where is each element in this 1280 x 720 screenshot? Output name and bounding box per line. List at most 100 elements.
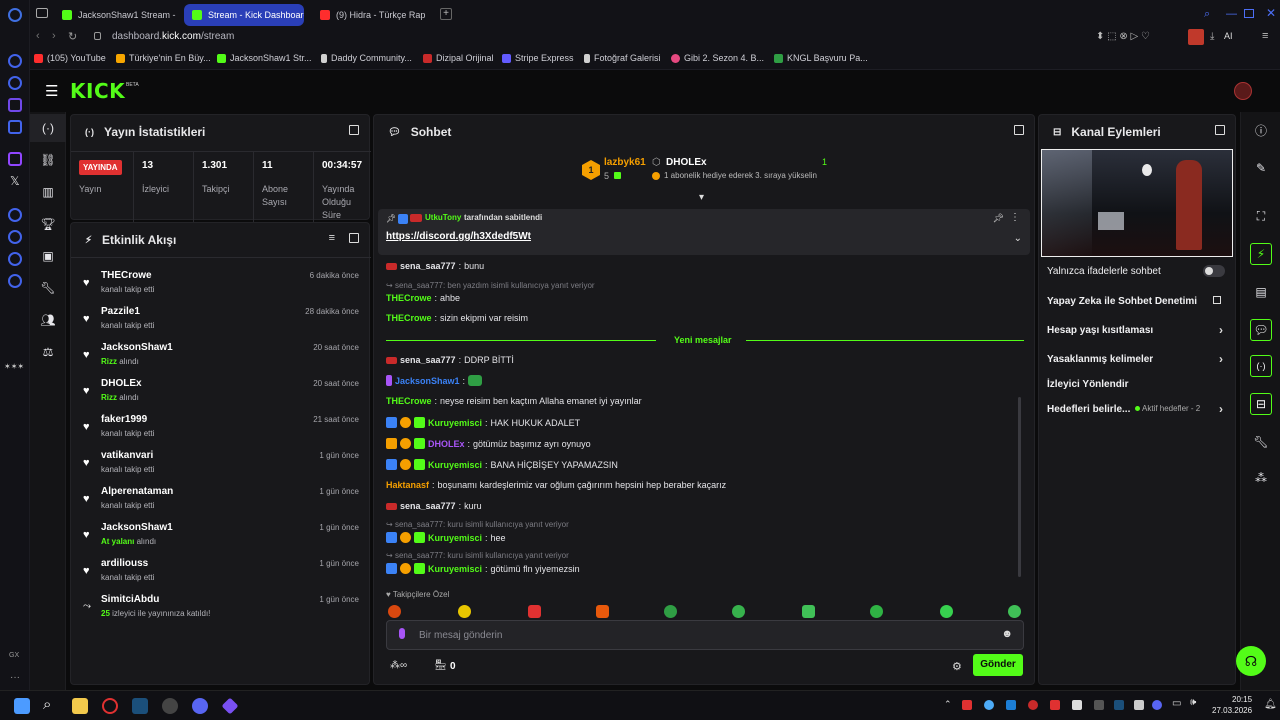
tray-icon[interactable]	[1050, 700, 1060, 710]
twitch-icon[interactable]	[8, 152, 22, 166]
emote-only-toggle[interactable]	[1203, 265, 1225, 277]
tab-kick-dashboard[interactable]: Stream - Kick Dashboard	[184, 4, 304, 26]
settings-icon[interactable]	[8, 274, 22, 288]
menu-icon[interactable]: ≡	[1262, 30, 1268, 42]
tray-expand-icon[interactable]: ⌃	[944, 699, 952, 710]
tray-icon[interactable]	[1114, 700, 1124, 710]
store-icon[interactable]: 🏪︎	[434, 660, 447, 671]
tab-youtube[interactable]: (9) Hidra - Türkçe Rap	[312, 4, 432, 26]
tab-jacksonshaw1[interactable]: JacksonShaw1 Stream - W	[54, 4, 176, 26]
clock-icon[interactable]	[8, 230, 22, 244]
emote-icon[interactable]	[940, 605, 953, 618]
forward-icon[interactable]: ›	[52, 30, 56, 42]
activity-user[interactable]: Alperenataman	[101, 486, 173, 497]
quick-action-icon[interactable]: ⚡︎	[1241, 240, 1280, 268]
activity-user[interactable]: ardiliouss	[101, 558, 148, 569]
emote-icon[interactable]	[458, 605, 471, 618]
more-icon[interactable]: ···	[10, 672, 20, 683]
close-icon[interactable]: ✕	[1266, 6, 1276, 20]
tray-icon[interactable]	[1152, 700, 1162, 710]
search-icon[interactable]: ⌕	[43, 696, 51, 713]
tray-icon[interactable]	[984, 700, 994, 710]
clock-date[interactable]: 27.03.2026	[1212, 706, 1252, 715]
popout-icon[interactable]	[349, 125, 359, 135]
emote-icon[interactable]	[732, 605, 745, 618]
chat-input-placeholder[interactable]: Bir mesaj gönderin	[419, 630, 502, 641]
tray-icon[interactable]	[1072, 700, 1082, 710]
emote-icon[interactable]	[1008, 605, 1021, 618]
wrench-icon[interactable]: 🔧︎	[1241, 428, 1280, 456]
maximize-icon[interactable]	[1244, 9, 1254, 18]
notes-icon[interactable]: ▤	[1241, 278, 1280, 306]
windows-start-icon[interactable]	[14, 698, 30, 714]
search-icon[interactable]: ⌕	[1204, 8, 1210, 21]
banned-words-row[interactable]: Yasaklanmış kelimeler ›	[1047, 349, 1227, 369]
trophy-nav-icon[interactable]: 🏆︎	[30, 210, 66, 238]
popout-icon[interactable]	[1014, 125, 1024, 135]
community-nav-icon[interactable]: 👥︎	[30, 306, 66, 334]
volume-icon[interactable]: 🕪︎	[1190, 697, 1196, 708]
sidebar-app-icon[interactable]	[8, 98, 22, 112]
chat-username[interactable]: Kuruyemisci	[428, 460, 482, 470]
send-button[interactable]: Gönder	[973, 654, 1023, 676]
hamburger-menu-icon[interactable]: ☰	[45, 82, 58, 100]
bookmark-stripe[interactable]: Stripe Express	[502, 53, 574, 63]
chevron-down-icon[interactable]: ⌄	[1014, 233, 1022, 244]
discord-icon[interactable]	[192, 698, 208, 714]
chat-username[interactable]: THECrowe	[386, 293, 432, 303]
bookmark-jacksonshaw1[interactable]: JacksonShaw1 Str...	[217, 53, 312, 63]
x-icon[interactable]: 𝕏	[10, 174, 20, 188]
activity-user[interactable]: JacksonShaw1	[101, 342, 173, 353]
ai-moderation-row[interactable]: Yapay Zeka ile Sohbet Denetimi	[1047, 291, 1227, 311]
new-tab-button[interactable]: +	[440, 8, 452, 20]
network-icon[interactable]: ▭	[1172, 698, 1181, 709]
chat-username[interactable]: Kuruyemisci	[428, 418, 482, 428]
pinned-by-user[interactable]: UtkuTony	[425, 213, 461, 222]
top-gifter-name[interactable]: lazbyk61	[604, 157, 646, 168]
channel-points-icon[interactable]: ⁂∞	[390, 660, 407, 671]
mic-icon[interactable]	[399, 628, 405, 639]
support-headset-button[interactable]: ☊	[1236, 646, 1266, 676]
url-field[interactable]: dashboard.kick.com/stream	[112, 31, 234, 42]
emote-icon[interactable]	[664, 605, 677, 618]
analytics-nav-icon[interactable]: ▥	[30, 178, 66, 206]
emoji-icon[interactable]: ☻	[1001, 628, 1013, 640]
sidebar-gx-icon[interactable]: GX	[9, 652, 19, 659]
pinned-link[interactable]: https://discord.gg/h3Xdedf5Wt	[386, 231, 531, 242]
raid-row[interactable]: İzleyici Yönlendir	[1047, 374, 1227, 394]
minimize-icon[interactable]: —	[1226, 8, 1237, 20]
chat-username[interactable]: DHOLEx	[428, 439, 465, 449]
chat-settings-icon[interactable]: ⚙	[952, 660, 962, 673]
app-icon[interactable]	[162, 698, 178, 714]
link-nav-icon[interactable]: ⛓	[30, 146, 66, 174]
stream-preview[interactable]	[1041, 149, 1233, 257]
bookmark-fotograf[interactable]: Fotoğraf Galerisi	[584, 53, 661, 63]
clip-icon[interactable]: ⛶	[1241, 202, 1280, 230]
group-icon[interactable]: ⁂	[1241, 464, 1280, 492]
chat-input-box[interactable]: Bir mesaj gönderin ☻	[386, 620, 1024, 650]
moderation-nav-icon[interactable]: ⚖	[30, 338, 66, 366]
bookmark-turkiye[interactable]: Türkiye'nin En Büy...	[116, 53, 211, 63]
edit-icon[interactable]: ✎	[1241, 154, 1280, 182]
chat-username[interactable]: Kuruyemisci	[428, 533, 482, 543]
stream-nav-icon[interactable]: (·)	[30, 114, 66, 142]
emote-icon[interactable]	[870, 605, 883, 618]
expand-leaderboard-icon[interactable]: ▾	[699, 192, 704, 203]
chat-username[interactable]: sena_saa777	[400, 501, 456, 511]
steam-icon[interactable]	[132, 698, 148, 714]
chat-username[interactable]: JacksonShaw1	[395, 376, 460, 386]
chat-username[interactable]: THECrowe	[386, 313, 432, 323]
popout-icon[interactable]	[349, 233, 359, 243]
ai-button[interactable]: AI	[1224, 31, 1233, 41]
activity-user[interactable]: THECrowe	[101, 270, 152, 281]
unpin-icon[interactable]: 📌︎	[993, 213, 1004, 224]
chat-tool-icon[interactable]: 💬︎	[1241, 316, 1280, 344]
broadcast-tool-icon[interactable]: (·)	[1241, 352, 1280, 380]
bookmark-dizipal[interactable]: Dizipal Orijinal	[423, 53, 494, 63]
emote-icon[interactable]	[528, 605, 541, 618]
toolbar-icons[interactable]: ⬍ ⬚ ⊗ ▷ ♡	[1096, 31, 1150, 42]
kick-logo[interactable]: KICK	[70, 79, 125, 103]
sidebar-app-icon[interactable]	[8, 208, 22, 222]
profile-avatar[interactable]	[1188, 29, 1204, 45]
reload-icon[interactable]: ↻	[68, 30, 77, 43]
